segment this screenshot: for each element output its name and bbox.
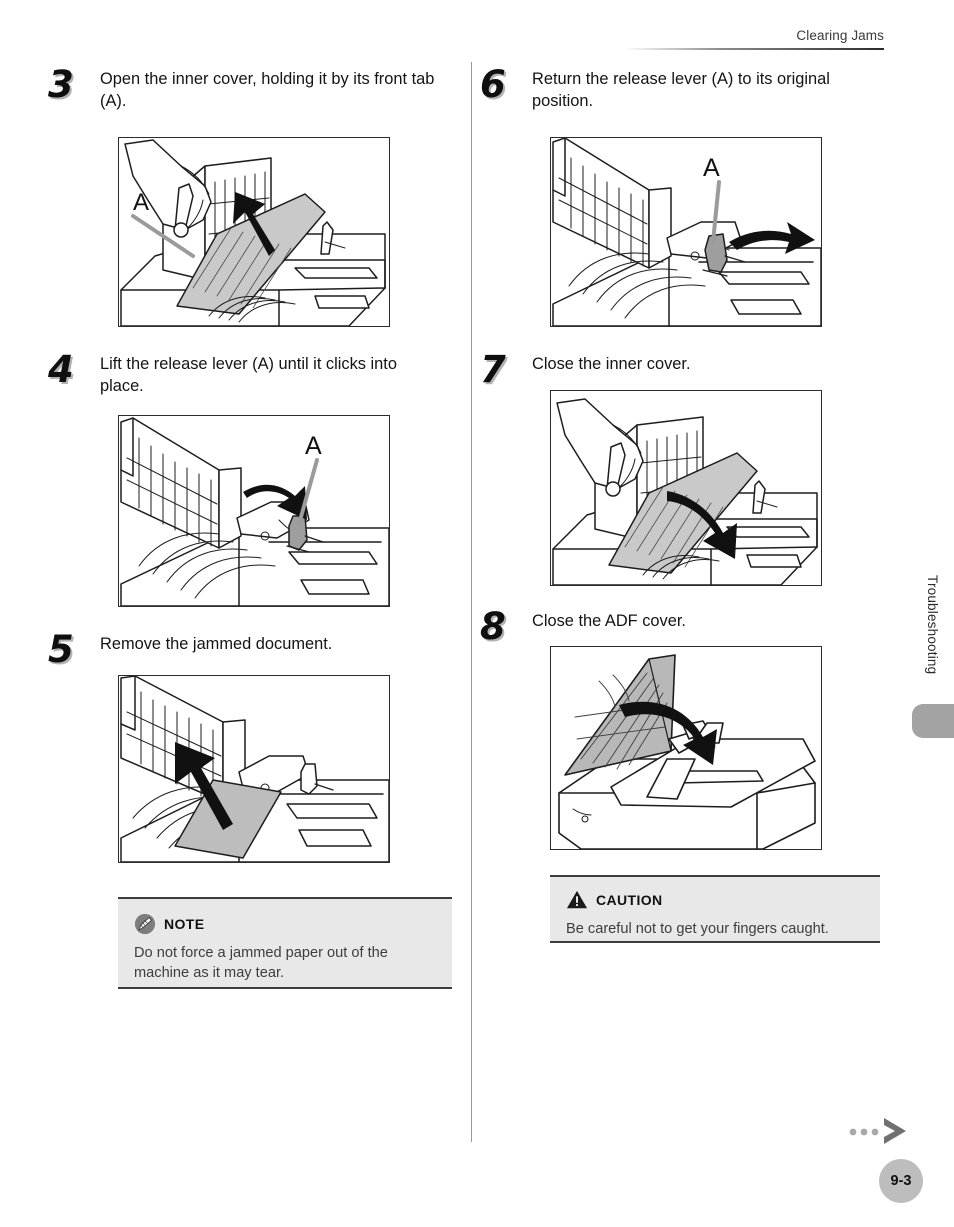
- step-5-header: 5 Remove the jammed document.: [48, 628, 468, 671]
- step-5-text: Remove the jammed document.: [100, 635, 333, 653]
- step-3-header: 3 Open the inner cover, holding it by it…: [48, 66, 468, 112]
- step-7-number: 7: [480, 348, 506, 391]
- note-body: Do not force a jammed paper out of the m…: [134, 945, 388, 981]
- caution-callout: CAUTION Be careful not to get your finge…: [550, 875, 880, 943]
- chevron-right-icon: [848, 1114, 914, 1148]
- figure-label-a: A: [703, 154, 720, 182]
- note-title: NOTE: [164, 916, 205, 932]
- note-callout: NOTE Do not force a jammed paper out of …: [118, 897, 452, 989]
- step-7-text: Close the inner cover.: [532, 355, 691, 373]
- step-4-header: 4 Lift the release lever (A) until it cl…: [48, 351, 468, 397]
- caution-title: CAUTION: [596, 892, 663, 908]
- release-lever-return-illustration: A: [550, 137, 822, 327]
- caution-triangle-icon: [566, 890, 588, 909]
- step-4-text: Lift the release lever (A) until it clic…: [100, 355, 397, 395]
- step-6-number: 6: [480, 63, 506, 106]
- release-lever-lift-illustration: A: [118, 415, 390, 607]
- inner-cover-close-illustration: [550, 390, 822, 586]
- step-8-text: Close the ADF cover.: [532, 612, 686, 630]
- caution-body: Be careful not to get your fingers caugh…: [566, 921, 829, 937]
- caution-header: CAUTION: [566, 889, 864, 911]
- running-head-rule: [624, 48, 884, 50]
- step-3-text: Open the inner cover, holding it by its …: [100, 70, 435, 110]
- remove-jammed-document-illustration: [118, 675, 390, 863]
- note-pencil-icon: [134, 913, 156, 935]
- step-5: 5 Remove the jammed document.: [48, 628, 468, 671]
- column-divider: [471, 62, 472, 1142]
- step-8-header: 8 Close the ADF cover.: [480, 605, 900, 648]
- step-7-header: 7 Close the inner cover.: [480, 348, 900, 391]
- step-6: 6 Return the release lever (A) to its or…: [480, 66, 900, 112]
- running-head: Clearing Jams: [624, 28, 884, 50]
- figure-label-a: A: [305, 432, 322, 460]
- inner-cover-open-illustration: A: [118, 137, 390, 327]
- page-number: 9-3: [890, 1173, 912, 1189]
- running-head-text: Clearing Jams: [796, 28, 884, 43]
- adf-cover-close-illustration: [550, 646, 822, 850]
- step-8-number: 8: [480, 605, 506, 648]
- step-7: 7 Close the inner cover.: [480, 348, 900, 391]
- step-8: 8 Close the ADF cover.: [480, 605, 900, 648]
- page-number-badge: 9-3: [879, 1159, 923, 1203]
- step-4-number: 4: [48, 348, 74, 391]
- figure-label-a: A: [133, 189, 149, 216]
- step-6-header: 6 Return the release lever (A) to its or…: [480, 66, 900, 112]
- chapter-label: Troubleshooting: [925, 575, 940, 675]
- step-4: 4 Lift the release lever (A) until it cl…: [48, 351, 468, 397]
- step-3-number: 3: [48, 63, 74, 106]
- step-3: 3 Open the inner cover, holding it by it…: [48, 66, 468, 112]
- step-5-number: 5: [48, 628, 74, 671]
- step-6-text: Return the release lever (A) to its orig…: [532, 70, 830, 110]
- chapter-tab-marker: [912, 704, 954, 738]
- note-header: NOTE: [134, 913, 436, 935]
